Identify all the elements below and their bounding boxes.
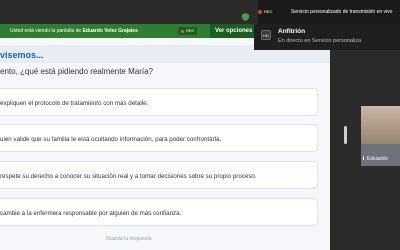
- top-bar: REC Servicio personalizado de transmisió…: [0, 0, 400, 24]
- rec-chip: REC: [178, 27, 198, 35]
- question-text: ento, ¿qué está pidiendo realmente María…: [0, 67, 153, 76]
- transmission-status: Servicio personalizado de transmisión en…: [291, 9, 393, 15]
- answer-option-text: expliquen el protocolo de tratamiento co…: [0, 100, 149, 107]
- host-badge-icon: HD: [261, 30, 271, 40]
- participant-video-tile[interactable]: Eduardo: [361, 106, 400, 166]
- view-options-button[interactable]: Ver opciones: [210, 24, 258, 38]
- participant-name: Eduardo: [361, 156, 388, 162]
- share-message: Usted está viendo la pantalla de Eduardo…: [10, 28, 138, 34]
- save-answer-note[interactable]: Guarda tu respuesta: [106, 236, 152, 242]
- signal-icon: [363, 156, 366, 160]
- record-dot-icon: [258, 9, 262, 14]
- answer-option-text: uien valide que su familia le está ocult…: [0, 136, 222, 143]
- rec-chip-label: REC: [186, 28, 195, 33]
- shield-icon: [242, 8, 249, 21]
- notification-subtitle: En directo en Servicio personaliza: [278, 38, 362, 44]
- share-banner: [0, 0, 258, 24]
- host-notification[interactable]: HD Anfitrión En directo en Servicio pers…: [254, 24, 400, 50]
- answer-option-text: cambie a la enfermera responsable por al…: [0, 210, 182, 217]
- page-heading: visemos...: [0, 50, 44, 60]
- rec-label: REC: [264, 9, 273, 14]
- answer-option-text: respete su derecho a conocer su situació…: [0, 173, 257, 180]
- participant-video-lower: [361, 144, 400, 166]
- answer-option[interactable]: expliquen el protocolo de tratamiento co…: [0, 88, 318, 116]
- presenter-name: Eduardo Velez Grajales: [82, 28, 138, 34]
- answer-option[interactable]: respete su derecho a conocer su situació…: [0, 161, 318, 189]
- record-dot-icon: [181, 29, 184, 33]
- recording-indicator: REC: [258, 9, 272, 14]
- participant-name-text: Eduardo: [367, 156, 388, 162]
- answer-option[interactable]: uien valide que su familia le está ocult…: [0, 124, 318, 152]
- scrollbar[interactable]: [344, 126, 347, 144]
- share-message-text: Usted está viendo la pantalla de: [10, 28, 82, 34]
- answer-option[interactable]: cambie a la enfermera responsable por al…: [0, 198, 318, 226]
- notification-title: Anfitrión: [278, 28, 306, 35]
